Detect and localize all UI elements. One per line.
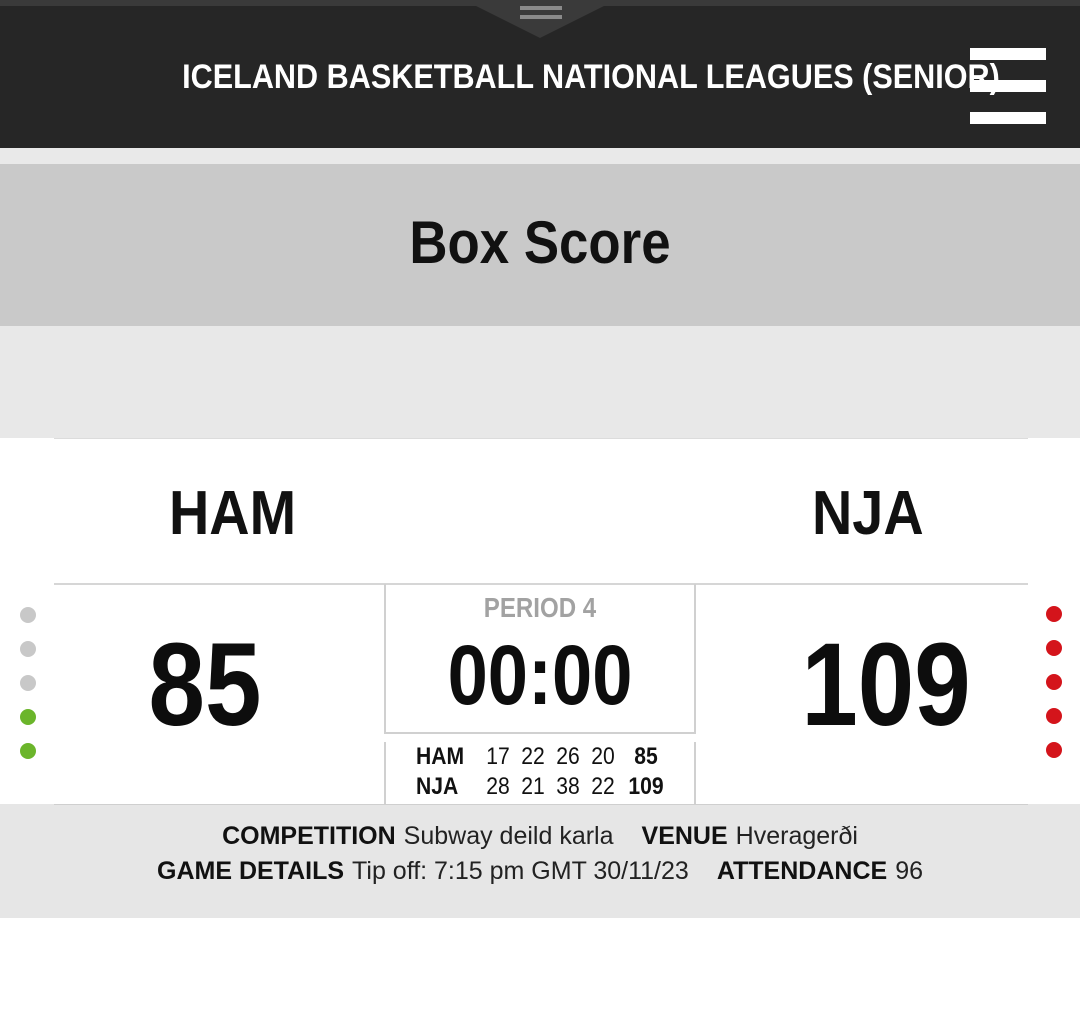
home-timeout-dot	[20, 675, 36, 691]
score-card: HAM NJA 85 PERIOD 4 00:00 HAM 17 22 26 2…	[0, 438, 1080, 804]
away-timeout-dot	[1046, 606, 1062, 622]
quarter-score: 26	[556, 743, 580, 770]
away-timeout-dot	[1046, 674, 1062, 690]
away-team-abbr[interactable]: NJA	[812, 478, 924, 549]
header-spacer	[0, 148, 1080, 164]
venue-label: VENUE	[641, 822, 728, 850]
home-timeout-dot	[20, 641, 36, 657]
quarter-score: 28	[486, 773, 510, 800]
quarter-score: 20	[591, 743, 615, 770]
competition-label: COMPETITION	[222, 822, 396, 850]
home-score: 85	[148, 619, 262, 751]
hamburger-menu-icon[interactable]	[970, 48, 1048, 126]
site-title: ICELAND BASKETBALL NATIONAL LEAGUES (SEN…	[182, 58, 1000, 96]
attendance-label: ATTENDANCE	[716, 857, 888, 885]
home-timeout-dot	[20, 607, 36, 623]
quarter-score: 22	[521, 743, 545, 770]
game-info-line-2: GAME DETAILS Tip off: 7:15 pm GMT 30/11/2…	[0, 857, 1080, 886]
home-timeout-dot	[20, 709, 36, 725]
away-timeout-dot	[1046, 708, 1062, 724]
page-title: Box Score	[409, 209, 671, 276]
away-timeout-dot	[1046, 742, 1062, 758]
game-clock-panel: PERIOD 4 00:00	[384, 584, 696, 734]
away-score: 109	[801, 619, 971, 751]
home-team-abbr[interactable]: HAM	[169, 478, 296, 549]
site-header: ICELAND BASKETBALL NATIONAL LEAGUES (SEN…	[0, 0, 1080, 148]
quarter-score: 17	[486, 743, 510, 770]
quarter-score: 22	[591, 773, 615, 800]
quarter-score: 38	[556, 773, 580, 800]
quarter-total: 109	[628, 773, 664, 800]
game-info-line-1: COMPETITION Subway deild karla VENUE Hverag…	[0, 822, 1080, 851]
home-timeout-dot	[20, 743, 36, 759]
game-details-value: Tip off: 7:15 pm GMT 30/11/23	[352, 857, 689, 885]
game-details-label: GAME DETAILS	[157, 857, 345, 885]
divider	[54, 438, 1028, 439]
game-info-band: COMPETITION Subway deild karla VENUE Hverag…	[0, 804, 1080, 918]
quarter-scores: HAM 17 22 26 20 85 NJA 28 21 38 22 109	[384, 742, 696, 804]
quarter-score: 21	[521, 773, 545, 800]
quarter-team-abbr: HAM	[416, 743, 465, 770]
texture-spacer	[0, 326, 1080, 438]
competition-value: Subway deild karla	[403, 822, 614, 850]
period-label: PERIOD 4	[483, 592, 597, 623]
quarter-total: 85	[634, 743, 658, 770]
title-band: Box Score	[0, 164, 1080, 326]
quarter-row-home: HAM 17 22 26 20 85	[386, 742, 698, 772]
divider	[54, 804, 1028, 805]
quarter-team-abbr: NJA	[416, 773, 459, 800]
venue-value: Hveragerði	[735, 822, 858, 850]
attendance-value: 96	[895, 857, 923, 885]
drag-handle-icon[interactable]	[476, 6, 604, 38]
away-timeout-dot	[1046, 640, 1062, 656]
quarter-row-away: NJA 28 21 38 22 109	[386, 772, 698, 802]
game-clock: 00:00	[447, 628, 633, 722]
